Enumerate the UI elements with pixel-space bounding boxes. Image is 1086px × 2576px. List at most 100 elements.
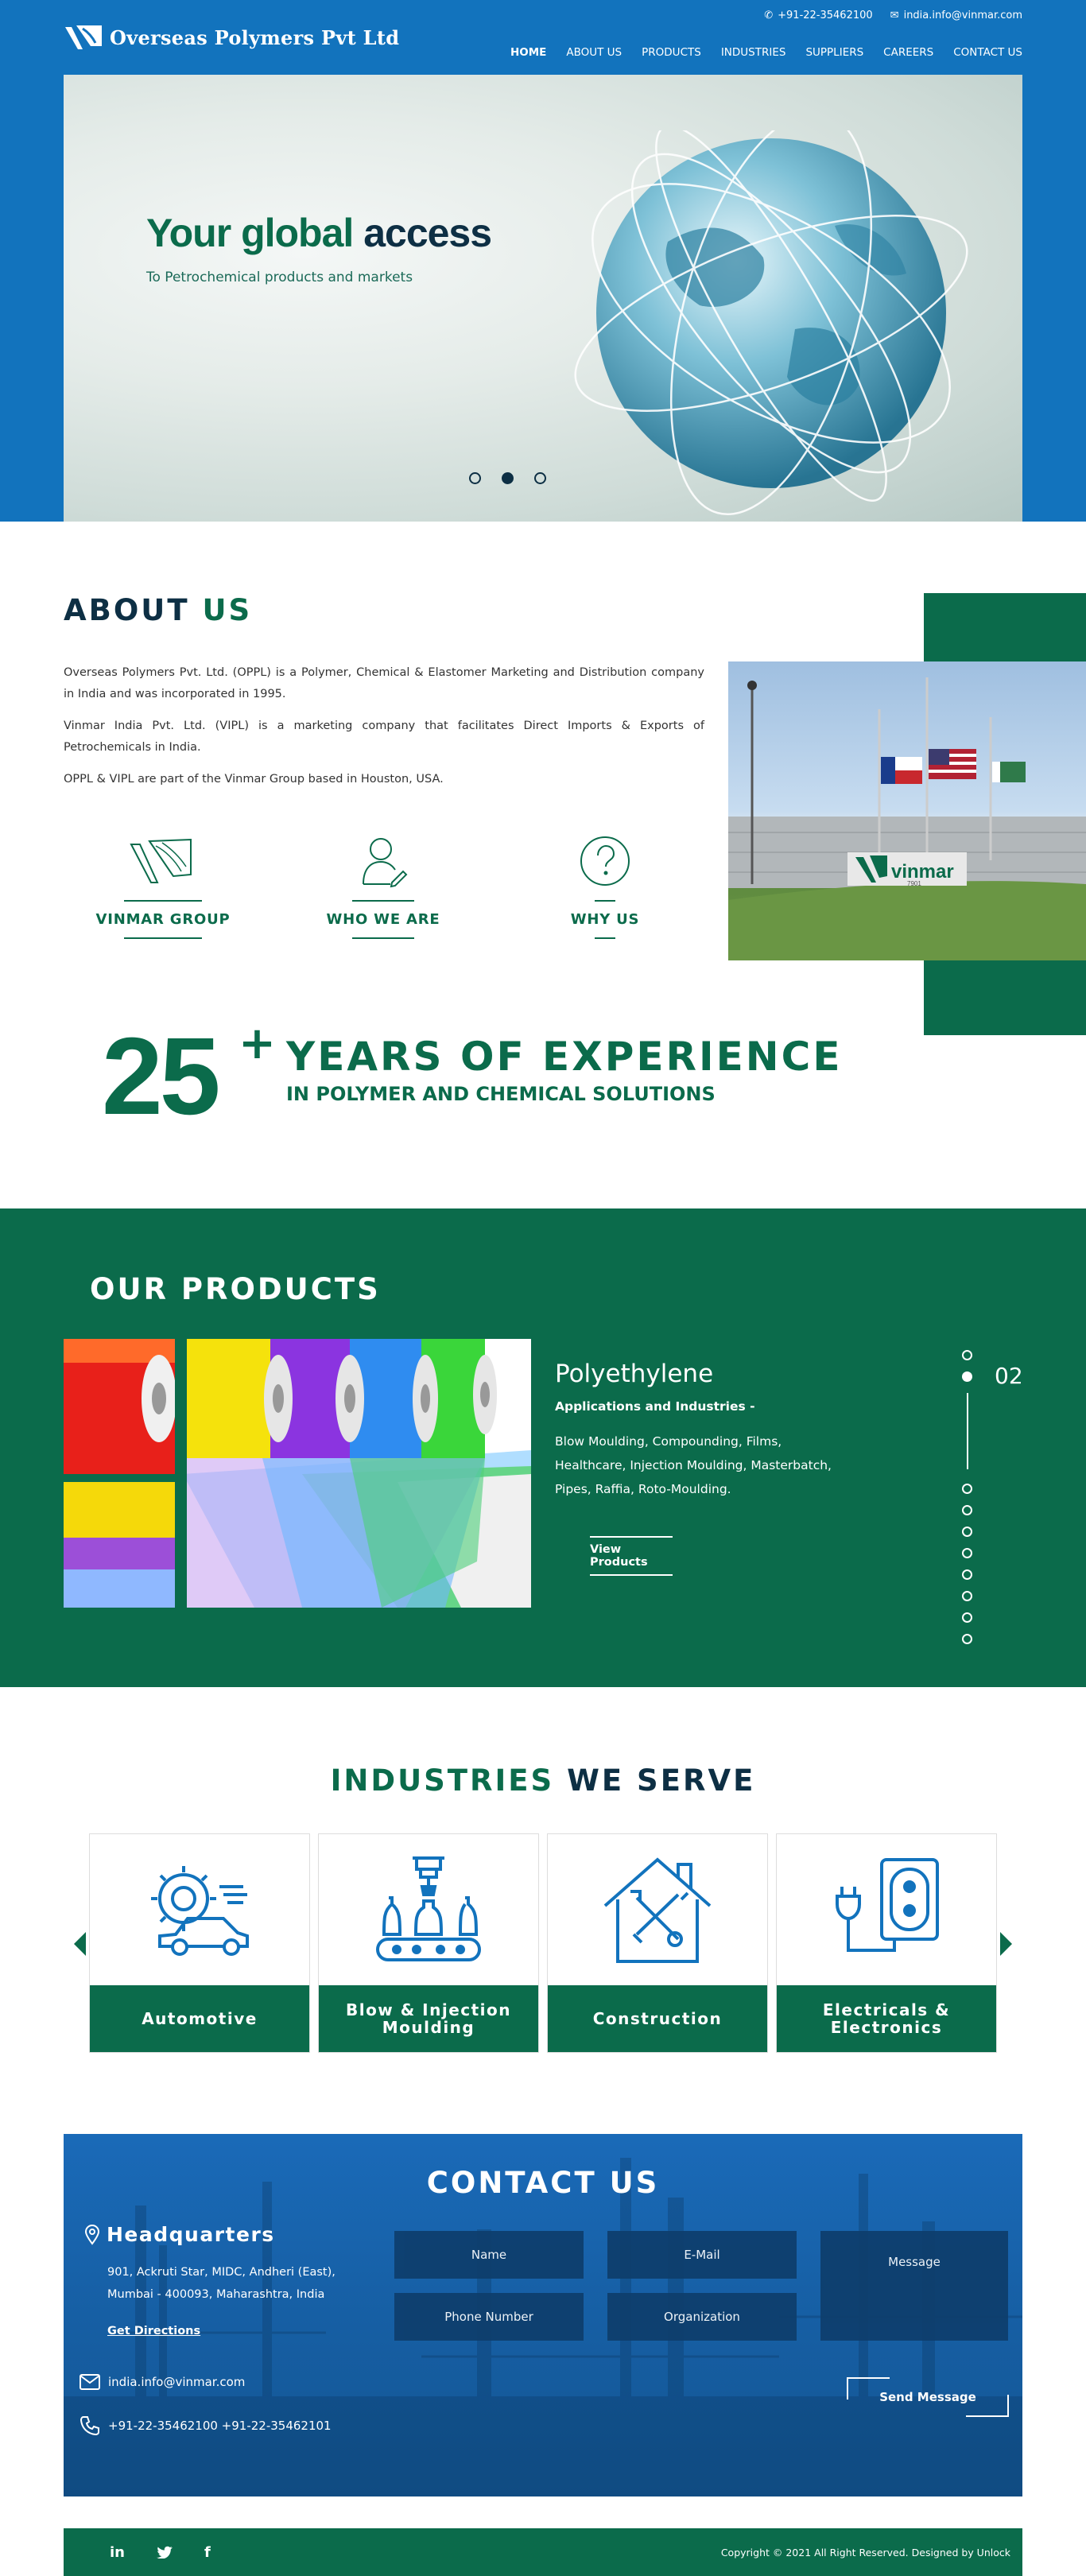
nav-about[interactable]: ABOUT US <box>566 46 622 59</box>
feature-rule <box>595 900 615 902</box>
send-message-label: Send Message <box>879 2390 976 2404</box>
contact-email-text: india.info@vinmar.com <box>108 2375 246 2389</box>
nav-home[interactable]: HOME <box>510 46 546 59</box>
vinmar-logo-icon <box>130 838 192 883</box>
about-photo: vinmar 7901 <box>728 661 1086 960</box>
product-dot-4[interactable] <box>962 1505 972 1515</box>
name-field[interactable]: Name <box>394 2231 584 2279</box>
hero-subtitle: To Petrochemical products and markets <box>146 270 413 285</box>
industries-next-arrow[interactable] <box>1000 1932 1012 1956</box>
feature-rule <box>595 937 615 939</box>
send-message-button[interactable]: Send Message <box>847 2377 1009 2417</box>
phone-icon <box>80 2416 99 2436</box>
product-dot-3[interactable] <box>962 1484 972 1494</box>
industry-card-construction[interactable]: Construction <box>547 1833 768 2053</box>
nav-products[interactable]: PRODUCTS <box>642 46 701 59</box>
copyright: Copyright © 2021 All Right Reserved. Des… <box>720 2546 1010 2559</box>
industries-prev-arrow[interactable] <box>74 1932 86 1956</box>
logo[interactable]: Overseas Polymers Pvt Ltd <box>64 22 399 52</box>
plug-socket-icon <box>836 1858 939 1952</box>
feature-vinmar-group[interactable]: VINMAR GROUP <box>80 833 246 939</box>
sign-text: vinmar <box>891 861 954 883</box>
industry-card-electricals[interactable]: Electricals & Electronics <box>776 1833 997 2053</box>
industry-label: Automotive <box>90 1985 309 2052</box>
email-field[interactable]: E-Mail <box>607 2231 797 2279</box>
footer: in f Copyright © 2021 All Right Reserved… <box>64 2528 1022 2576</box>
globe-image <box>574 130 968 515</box>
product-slide-number: 02 <box>995 1363 1023 1389</box>
product-dot-5[interactable] <box>962 1527 972 1537</box>
phone-field[interactable]: Phone Number <box>394 2293 584 2341</box>
industry-card-automotive[interactable]: Automotive <box>89 1833 310 2053</box>
contact-phones-text: +91-22-35462100 +91-22-35462101 <box>108 2419 332 2433</box>
nav-contact[interactable]: CONTACT US <box>953 46 1022 59</box>
top-phone[interactable]: ✆ +91-22-35462100 <box>764 10 872 21</box>
feature-why-us[interactable]: WHY US <box>522 833 688 939</box>
feature-label: WHY US <box>570 911 640 928</box>
vinmar-flags-photo: vinmar 7901 <box>728 677 1086 960</box>
feature-rule <box>124 900 202 902</box>
facebook-icon[interactable]: f <box>204 2544 211 2561</box>
nav-suppliers[interactable]: SUPPLIERS <box>805 46 863 59</box>
nav-careers[interactable]: CAREERS <box>883 46 933 59</box>
hq-address-line1: 901, Ackruti Star, MIDC, Andheri (East), <box>107 2266 335 2279</box>
linkedin-icon[interactable]: in <box>110 2544 125 2561</box>
nav-industries[interactable]: INDUSTRIES <box>721 46 786 59</box>
product-dot-1[interactable] <box>962 1350 972 1360</box>
product-description: Blow Moulding, Compounding, Films, Healt… <box>555 1434 832 1496</box>
get-directions-link[interactable]: Get Directions <box>107 2325 200 2337</box>
film-rolls-image <box>64 1339 531 1608</box>
automotive-icon <box>151 1866 249 1956</box>
about-text: Overseas Polymers Pvt. Ltd. (OPPL) is a … <box>64 662 704 801</box>
industry-label: Blow & Injection Moulding <box>319 1985 538 2052</box>
message-field[interactable]: Message <box>820 2231 1008 2341</box>
about-paragraph: Vinmar India Pvt. Ltd. (VIPL) is a marke… <box>64 720 704 754</box>
product-dot-8[interactable] <box>962 1591 972 1601</box>
twitter-icon[interactable] <box>156 2546 173 2559</box>
industry-card-moulding[interactable]: Blow & Injection Moulding <box>318 1833 539 2053</box>
top-contact: ✆ +91-22-35462100 ✉ india.info@vinmar.com <box>764 10 1022 21</box>
contact-phones[interactable]: +91-22-35462100 +91-22-35462101 <box>80 2415 332 2436</box>
products-section: OUR PRODUCTS Polyethylene Applications a… <box>0 1208 1086 1687</box>
about-paragraph: Overseas Polymers Pvt. Ltd. (OPPL) is a … <box>64 666 704 700</box>
phone-icon: ✆ <box>764 10 774 21</box>
user-edit-icon <box>363 838 408 888</box>
mail-icon: ✉ <box>890 10 899 21</box>
industry-label: Construction <box>548 1985 767 2052</box>
feature-label: VINMAR GROUP <box>95 911 231 928</box>
construction-house-icon <box>603 1857 712 1963</box>
product-subtitle: Applications and Industries - <box>555 1399 755 1414</box>
header: Overseas Polymers Pvt Ltd ✆ +91-22-354621… <box>0 0 1086 522</box>
product-dot-9[interactable] <box>962 1612 972 1623</box>
product-dot-2[interactable] <box>962 1371 972 1382</box>
contact-email[interactable]: india.info@vinmar.com <box>80 2374 245 2390</box>
feature-rule <box>352 900 414 902</box>
industries-title-a: INDUSTRIES <box>330 1763 555 1798</box>
feature-who-we-are[interactable]: WHO WE ARE <box>300 833 467 939</box>
hero-slider: Your global access To Petrochemical prod… <box>64 75 1022 522</box>
hero-dot-3[interactable] <box>534 472 546 484</box>
bottle-moulding-icon <box>376 1856 481 1961</box>
about-title-a: ABOUT <box>64 593 190 627</box>
organization-field[interactable]: Organization <box>607 2293 797 2341</box>
product-dot-10[interactable] <box>962 1634 972 1644</box>
product-name: Polyethylene <box>555 1360 714 1388</box>
industries-title-b: WE SERVE <box>567 1763 756 1798</box>
question-icon <box>580 836 630 886</box>
about-title-b: US <box>202 593 253 627</box>
industries-title: INDUSTRIES WE SERVE <box>0 1763 1086 1798</box>
hero-dot-2[interactable] <box>502 472 514 484</box>
experience-plus: + <box>239 1018 276 1069</box>
product-dot-7[interactable] <box>962 1569 972 1580</box>
experience-number: 25 <box>102 1015 220 1138</box>
product-image <box>64 1339 531 1608</box>
top-email[interactable]: ✉ india.info@vinmar.com <box>890 10 1022 21</box>
feature-label: WHO WE ARE <box>326 911 440 928</box>
hero-dot-1[interactable] <box>469 472 481 484</box>
experience-line2: IN POLYMER AND CHEMICAL SOLUTIONS <box>286 1083 716 1105</box>
feature-rule <box>124 937 202 939</box>
view-products-button[interactable]: View Products <box>590 1536 673 1576</box>
product-dot-6[interactable] <box>962 1548 972 1558</box>
corner-decoration <box>966 2395 1009 2417</box>
hq-address-line2: Mumbai - 400093, Maharashtra, India <box>107 2288 325 2301</box>
